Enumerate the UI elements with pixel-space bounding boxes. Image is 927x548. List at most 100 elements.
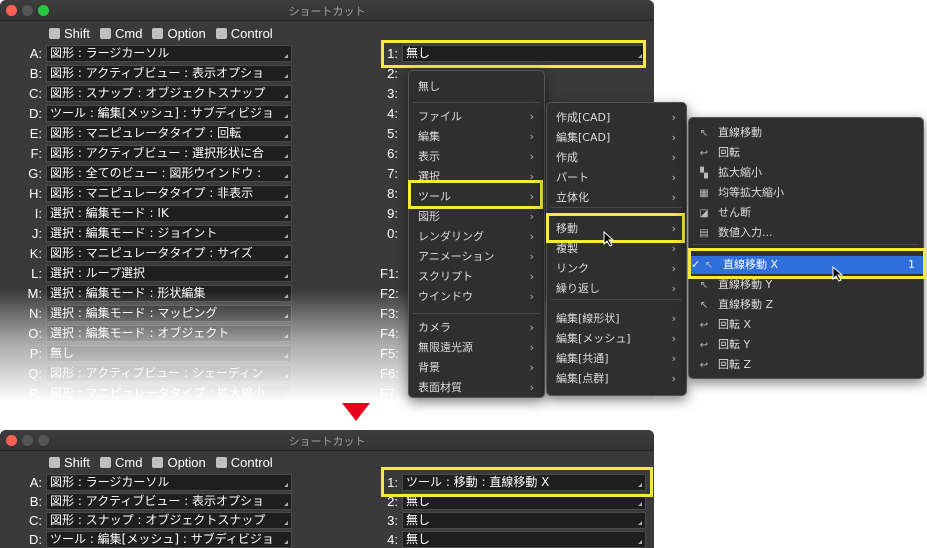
cmd-checkbox[interactable]: Cmd [100, 26, 142, 41]
checkbox-label: Cmd [115, 26, 143, 41]
shortcut-key-label: 6: [387, 146, 398, 161]
shortcut-key-label: 7: [387, 166, 398, 181]
shortcut-command-popup[interactable]: 図形 : アクティブビュー : シェーディン [46, 365, 292, 382]
checkbox-box[interactable] [152, 28, 164, 39]
control-checkbox[interactable]: Control [215, 26, 273, 41]
menu-item[interactable]: ▚ 拡大縮小 [689, 164, 923, 182]
shortcut-command-popup[interactable]: 図形 : ラージカーソル [46, 45, 292, 62]
shortcut-command-popup[interactable]: ツール : 編集[メッシュ] : サブディビジョ [46, 531, 292, 548]
menu-item[interactable]: 編集[点群] › [547, 370, 686, 388]
shift-checkbox[interactable]: Shift [49, 455, 90, 470]
checkbox-box[interactable] [100, 457, 112, 468]
tool-icon: ↖ [699, 128, 709, 139]
menu-item[interactable]: レンダリング › [409, 228, 544, 246]
shortcut-command-popup[interactable]: 無し [402, 512, 646, 529]
menu-item[interactable]: 繰り返し › [547, 280, 686, 298]
shortcut-command-popup[interactable]: 選択 : 編集モード : マッピング [46, 305, 292, 322]
menu-item[interactable]: カメラ › [409, 319, 544, 337]
cmd-checkbox[interactable]: Cmd [100, 455, 142, 470]
down-arrow-icon [342, 403, 370, 421]
menu-item-label: 編集[線形状] [556, 312, 620, 325]
menu-item[interactable]: 編集 › [409, 128, 544, 146]
chevron-right-icon: › [529, 341, 534, 354]
shortcut-command-popup[interactable]: 図形 : アクティブビュー : 表示オプショ [46, 493, 292, 510]
shortcut-command-popup[interactable]: ツール : 編集[メッシュ] : サブディビジョ [46, 105, 292, 122]
shortcut-command-popup[interactable]: 図形 : スナップ : オブジェクトスナップ [46, 512, 292, 529]
title-bar: ショートカット [0, 0, 654, 21]
menu-item[interactable]: アニメーション › [409, 248, 544, 266]
shift-checkbox[interactable]: Shift [49, 26, 90, 41]
menu-item[interactable]: 編集[共通] › [547, 350, 686, 368]
shortcut-command-popup[interactable]: 図形 : マニピュレータタイプ : 非表示 [46, 185, 292, 202]
shortcut-command-popup[interactable]: 図形 : アクティブビュー : 選択形状に合 [46, 145, 292, 162]
menu-item[interactable]: リンク › [547, 260, 686, 278]
menu-item[interactable]: パート › [547, 169, 686, 187]
menu-item[interactable]: 編集[メッシュ] › [547, 330, 686, 348]
menu-item-label: 作成[CAD] [556, 111, 611, 124]
menu-item[interactable]: 編集[CAD] › [547, 129, 686, 147]
menu-item[interactable]: 表示 › [409, 148, 544, 166]
option-checkbox[interactable]: Option [152, 455, 206, 470]
shortcut-command-popup[interactable]: 選択 : 編集モード : ジョイント [46, 225, 292, 242]
menu-item[interactable]: 背景 › [409, 359, 544, 377]
title-bar: ショートカット [0, 430, 654, 451]
shortcut-row: D: ツール : 編集[メッシュ] : サブディビジョ [0, 531, 292, 548]
shortcut-row: F7: [380, 385, 402, 400]
shortcut-command-popup[interactable]: 図形 : マニピュレータタイプ : 拡大縮小 [46, 385, 292, 400]
shortcut-key-label: F3: [380, 306, 399, 321]
checkbox-box[interactable] [152, 457, 164, 468]
checkbox-box[interactable] [49, 28, 60, 39]
option-checkbox[interactable]: Option [152, 26, 206, 41]
menu-item[interactable]: 作成[CAD] › [547, 109, 686, 127]
shortcut-key-label: 0: [387, 226, 398, 241]
shortcut-command-popup[interactable]: 図形 : 全てのビュー : 図形ウインドウ : [46, 165, 292, 182]
menu-item[interactable]: 図形 › [409, 208, 544, 226]
shortcut-command-popup[interactable]: 図形 : スナップ : オブジェクトスナップ [46, 85, 292, 102]
shortcut-command-popup[interactable]: 選択 : ループ選択 [46, 265, 292, 282]
shortcut-command-popup[interactable]: 図形 : ラージカーソル [46, 474, 292, 491]
checkbox-box[interactable] [100, 28, 112, 39]
checkbox-box[interactable] [215, 28, 227, 39]
menu-item[interactable]: 編集[線形状] › [547, 310, 686, 328]
menu-item[interactable]: スクリプト › [409, 268, 544, 286]
shortcut-command-popup[interactable]: 図形 : アクティブビュー : 表示オプショ [46, 65, 292, 82]
control-checkbox[interactable]: Control [215, 455, 273, 470]
menu-item[interactable]: ▤ 数値入力... [689, 224, 923, 242]
menu-item[interactable]: 無限遠光源 › [409, 339, 544, 357]
menu-separator [551, 299, 682, 300]
shortcut-command-popup[interactable]: 無し [402, 531, 646, 548]
menu-item-label: 図形 [418, 210, 440, 223]
shortcut-command-popup[interactable]: 図形 : マニピュレータタイプ : サイズ [46, 245, 292, 262]
shortcut-command-popup[interactable]: 選択 : 編集モード : IK [46, 205, 292, 222]
menu-item[interactable]: ↩ 回転 [689, 144, 923, 162]
shortcut-command-popup[interactable]: 無し [46, 345, 292, 362]
shortcut-row: H: 図形 : マニピュレータタイプ : 非表示 [0, 185, 292, 202]
shortcut-row: A: 図形 : ラージカーソル [0, 474, 292, 491]
menu-item-label: パート [556, 171, 589, 184]
menu-item[interactable]: ↖ 直線移動 Z [689, 296, 923, 314]
shortcut-command-popup[interactable]: 選択 : 編集モード : オブジェクト [46, 325, 292, 342]
chevron-right-icon: › [529, 250, 534, 263]
checkbox-box[interactable] [215, 457, 227, 468]
menu-item[interactable]: ↖ 直線移動 [689, 124, 923, 142]
shortcut-row: R: 図形 : マニピュレータタイプ : 拡大縮小 [0, 385, 292, 400]
menu-item-none[interactable]: 無し [409, 78, 544, 96]
shortcut-row: C: 図形 : スナップ : オブジェクトスナップ [0, 512, 292, 529]
shortcut-command-popup[interactable]: 図形 : マニピュレータタイプ : 回転 [46, 125, 292, 142]
checkbox-box[interactable] [49, 457, 60, 468]
menu-item[interactable]: ▦ 均等拡大縮小 [689, 184, 923, 202]
menu-item-label: 編集[CAD] [556, 131, 611, 144]
menu-item[interactable]: ◪ せん断 [689, 204, 923, 222]
menu-item-label: 編集[共通] [556, 352, 609, 365]
menu-item[interactable]: ↩ 回転 Y [689, 336, 923, 354]
menu-item[interactable]: ウインドウ › [409, 288, 544, 306]
shortcut-key-label: L: [31, 266, 42, 281]
menu-item[interactable]: 作成 › [547, 149, 686, 167]
shortcut-key-label: C: [29, 86, 42, 101]
menu-item[interactable]: 表面材質 › [409, 379, 544, 397]
menu-item[interactable]: ファイル › [409, 108, 544, 126]
menu-item[interactable]: ↩ 回転 X [689, 316, 923, 334]
shortcut-command-popup[interactable]: 選択 : 編集モード : 形状編集 [46, 285, 292, 302]
menu-item[interactable]: 立体化 › [547, 189, 686, 207]
menu-item[interactable]: ↩ 回転 Z [689, 356, 923, 374]
